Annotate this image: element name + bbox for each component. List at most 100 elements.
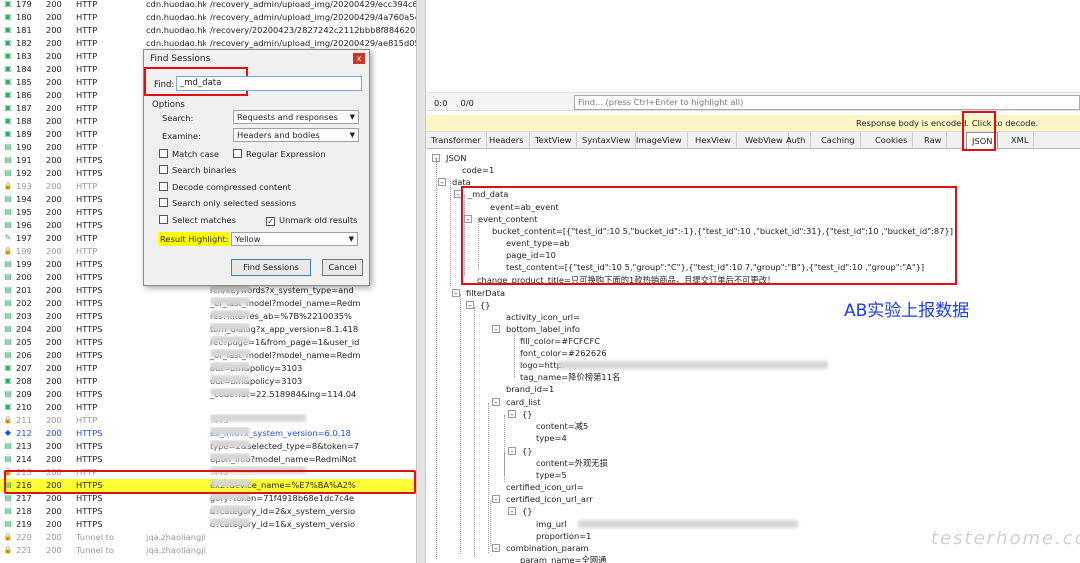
cancel-button[interactable]: Cancel <box>322 259 363 276</box>
session-row[interactable]: 🔒221 200 Tunnel to jqa.zhaoliangji.com:443 <box>0 544 416 557</box>
tab-imageview[interactable]: ImageView <box>631 132 688 149</box>
unmark-checkbox[interactable]: ✓ Unmark old results <box>266 215 357 226</box>
selected-only-checkbox[interactable]: Search only selected sessions <box>159 198 296 209</box>
json-node-card-list[interactable]: card_list <box>506 396 541 408</box>
json-node-type5[interactable]: type=5 <box>536 469 567 481</box>
json-node-proportion[interactable]: proportion=1 <box>536 530 591 542</box>
collapse-icon[interactable]: - <box>508 447 516 456</box>
image-icon: ▣ <box>4 116 12 125</box>
tab-transformer[interactable]: Transformer <box>426 132 487 149</box>
find-sessions-button[interactable]: Find Sessions <box>231 259 311 276</box>
session-row[interactable]: ▤ 202 200 HTTPS _or_last_model?model_name=Re… <box>0 297 416 310</box>
search-binaries-checkbox[interactable]: Search binaries <box>159 165 236 176</box>
highlight-select[interactable]: Yellow ▼ <box>231 232 358 246</box>
session-host: jqa.zhaoliangji.com:443 <box>146 545 206 555</box>
regex-checkbox[interactable]: Regular Expression <box>233 149 326 160</box>
examine-select[interactable]: Headers and bodies ▼ <box>233 128 359 142</box>
collapse-icon[interactable]: - <box>508 410 516 419</box>
collapse-icon[interactable]: - <box>492 325 500 334</box>
json-node-font-color[interactable]: font_color=#262626 <box>520 347 607 359</box>
session-row[interactable]: ▣ 179 200 HTTP cdn.huodao.hk/recovery_admin/… <box>0 0 416 11</box>
session-row[interactable]: 🔒220 200 Tunnel to jqa.zhaoliangji.com:443 <box>0 531 416 544</box>
checkbox-box[interactable] <box>233 149 242 158</box>
pane-splitter[interactable] <box>416 0 426 563</box>
session-row[interactable]: ▣ 180 200 HTTP cdn.huodao.hk/recovery_admin/… <box>0 11 416 24</box>
collapse-icon[interactable]: - <box>508 507 516 516</box>
examine-label: Examine: <box>162 131 201 141</box>
checkbox-box[interactable] <box>159 198 168 207</box>
checkbox-box[interactable] <box>159 215 168 224</box>
quickfind-input[interactable]: Find... (press Ctrl+Enter to highlight a… <box>574 95 1080 110</box>
tab-syntaxview[interactable]: SyntaxView <box>577 132 637 149</box>
tab-textview[interactable]: TextView <box>530 132 578 149</box>
select-matches-checkbox[interactable]: Select matches <box>159 215 236 226</box>
json-node-braces[interactable]: {} <box>480 299 491 311</box>
session-row[interactable]: ◆ 212 200 HTTPS ex_info?x_system_version=6.0… <box>0 427 416 440</box>
json-node-img-url[interactable]: img_url <box>536 518 567 530</box>
json-node-bottom-label[interactable]: bottom_label_info <box>506 323 580 335</box>
session-row[interactable]: ▣ 208 200 HTTP out=bin&policy=3103 <box>0 375 416 388</box>
tab-raw[interactable]: Raw <box>919 132 948 149</box>
tab-hexview[interactable]: HexView <box>690 132 737 149</box>
close-icon[interactable]: x <box>353 53 365 64</box>
collapse-icon[interactable]: - <box>492 398 500 407</box>
json-node-content2[interactable]: content=外观无损 <box>536 457 608 469</box>
session-protocol: HTTPS <box>76 389 103 399</box>
session-row[interactable]: ▣ 181 200 HTTP cdn.huodao.hk/recovery/202004… <box>0 24 416 37</box>
session-protocol: HTTPS <box>76 506 103 516</box>
search-select[interactable]: Requests and responses ▼ <box>233 110 359 124</box>
json-node-fill-color[interactable]: fill_color=#FCFCFC <box>520 335 600 347</box>
session-row[interactable]: 🔒211 200 HTTP:443 <box>0 414 416 427</box>
session-row[interactable]: ▤ 204 200 HTTPS tom_dialog?x_app_version=8.1… <box>0 323 416 336</box>
session-result: 200 <box>46 194 62 204</box>
json-node-filter-data[interactable]: filterData <box>466 287 505 299</box>
json-node-braces[interactable]: {} <box>522 505 533 517</box>
json-node-content1[interactable]: content=减5 <box>536 420 588 432</box>
session-row[interactable]: ▣ 207 200 HTTP out=bin&policy=3103 <box>0 362 416 375</box>
json-node-tag-name[interactable]: tag_name=降价榜第11名 <box>520 371 620 383</box>
match-case-checkbox[interactable]: Match case <box>159 149 219 160</box>
collapse-icon[interactable]: - <box>492 544 500 553</box>
json-node-certified-arr[interactable]: certified_icon_url_arr <box>506 493 593 505</box>
json-node-certified-icon[interactable]: certified_icon_url= <box>506 481 584 493</box>
json-node-combination[interactable]: combination_param <box>506 542 589 554</box>
collapse-icon[interactable]: - <box>466 301 474 310</box>
session-row[interactable]: ▤ 209 200 HTTPS _code?lat=22.518984&lng=114.… <box>0 388 416 401</box>
json-node-brand-id[interactable]: brand_id=1 <box>506 383 554 395</box>
session-id: 204 <box>16 324 32 334</box>
encoded-message[interactable]: Response body is encoded. Click to decod… <box>856 115 1038 132</box>
tab-xml[interactable]: XML <box>1006 132 1035 149</box>
json-node-param-name[interactable]: param_name=全网通 <box>520 554 606 563</box>
session-row[interactable]: ▤ 219 200 HTTPS d?category_id=1&x_system_ver… <box>0 518 416 531</box>
session-row[interactable]: ▣ 210 200 HTTP <box>0 401 416 414</box>
find-input[interactable]: _md_data <box>176 76 362 91</box>
checkmark-icon[interactable]: ✓ <box>266 217 275 226</box>
tab-headers[interactable]: Headers <box>484 132 530 149</box>
json-node-activity-icon[interactable]: activity_icon_url= <box>506 311 580 323</box>
checkbox-box[interactable] <box>159 182 168 191</box>
json-node-code[interactable]: code=1 <box>462 164 494 176</box>
match-case-label: Match case <box>172 149 220 159</box>
collapse-icon[interactable]: - <box>438 178 446 187</box>
json-node-root[interactable]: JSON <box>446 152 466 164</box>
session-url: type=2&selected_type=8&token=7 <box>210 440 416 453</box>
session-row[interactable]: ▤ 205 200 HTTPS rec?page=1&from_page=1&user_… <box>0 336 416 349</box>
tab-caching[interactable]: Caching <box>816 132 861 149</box>
session-row[interactable]: ▤ 213 200 HTTPS type=2&selected_type=8&token… <box>0 440 416 453</box>
json-node-type4[interactable]: type=4 <box>536 432 567 444</box>
session-row[interactable]: ▤ 203 200 HTTPS res?filterres_ab=%7B%2210035… <box>0 310 416 323</box>
session-protocol: HTTPS <box>76 207 103 217</box>
tab-cookies[interactable]: Cookies <box>870 132 914 149</box>
session-row[interactable]: ▤ 218 200 HTTPS d?category_id=2&x_system_ver… <box>0 505 416 518</box>
collapse-icon[interactable]: - <box>492 495 500 504</box>
tab-auth[interactable]: Auth <box>781 132 812 149</box>
checkbox-box[interactable] <box>159 149 168 158</box>
decode-checkbox[interactable]: Decode compressed content <box>159 182 291 193</box>
session-url: :443 <box>210 414 416 427</box>
collapse-icon[interactable]: - <box>452 289 460 298</box>
json-node-braces[interactable]: {} <box>522 408 533 420</box>
json-node-braces[interactable]: {} <box>522 445 533 457</box>
session-row[interactable]: ▤ 214 200 HTTPS upon_info?model_name=RedmiNo… <box>0 453 416 466</box>
session-row[interactable]: ▤ 206 200 HTTPS _or_last_model?model_name=Re… <box>0 349 416 362</box>
checkbox-box[interactable] <box>159 165 168 174</box>
